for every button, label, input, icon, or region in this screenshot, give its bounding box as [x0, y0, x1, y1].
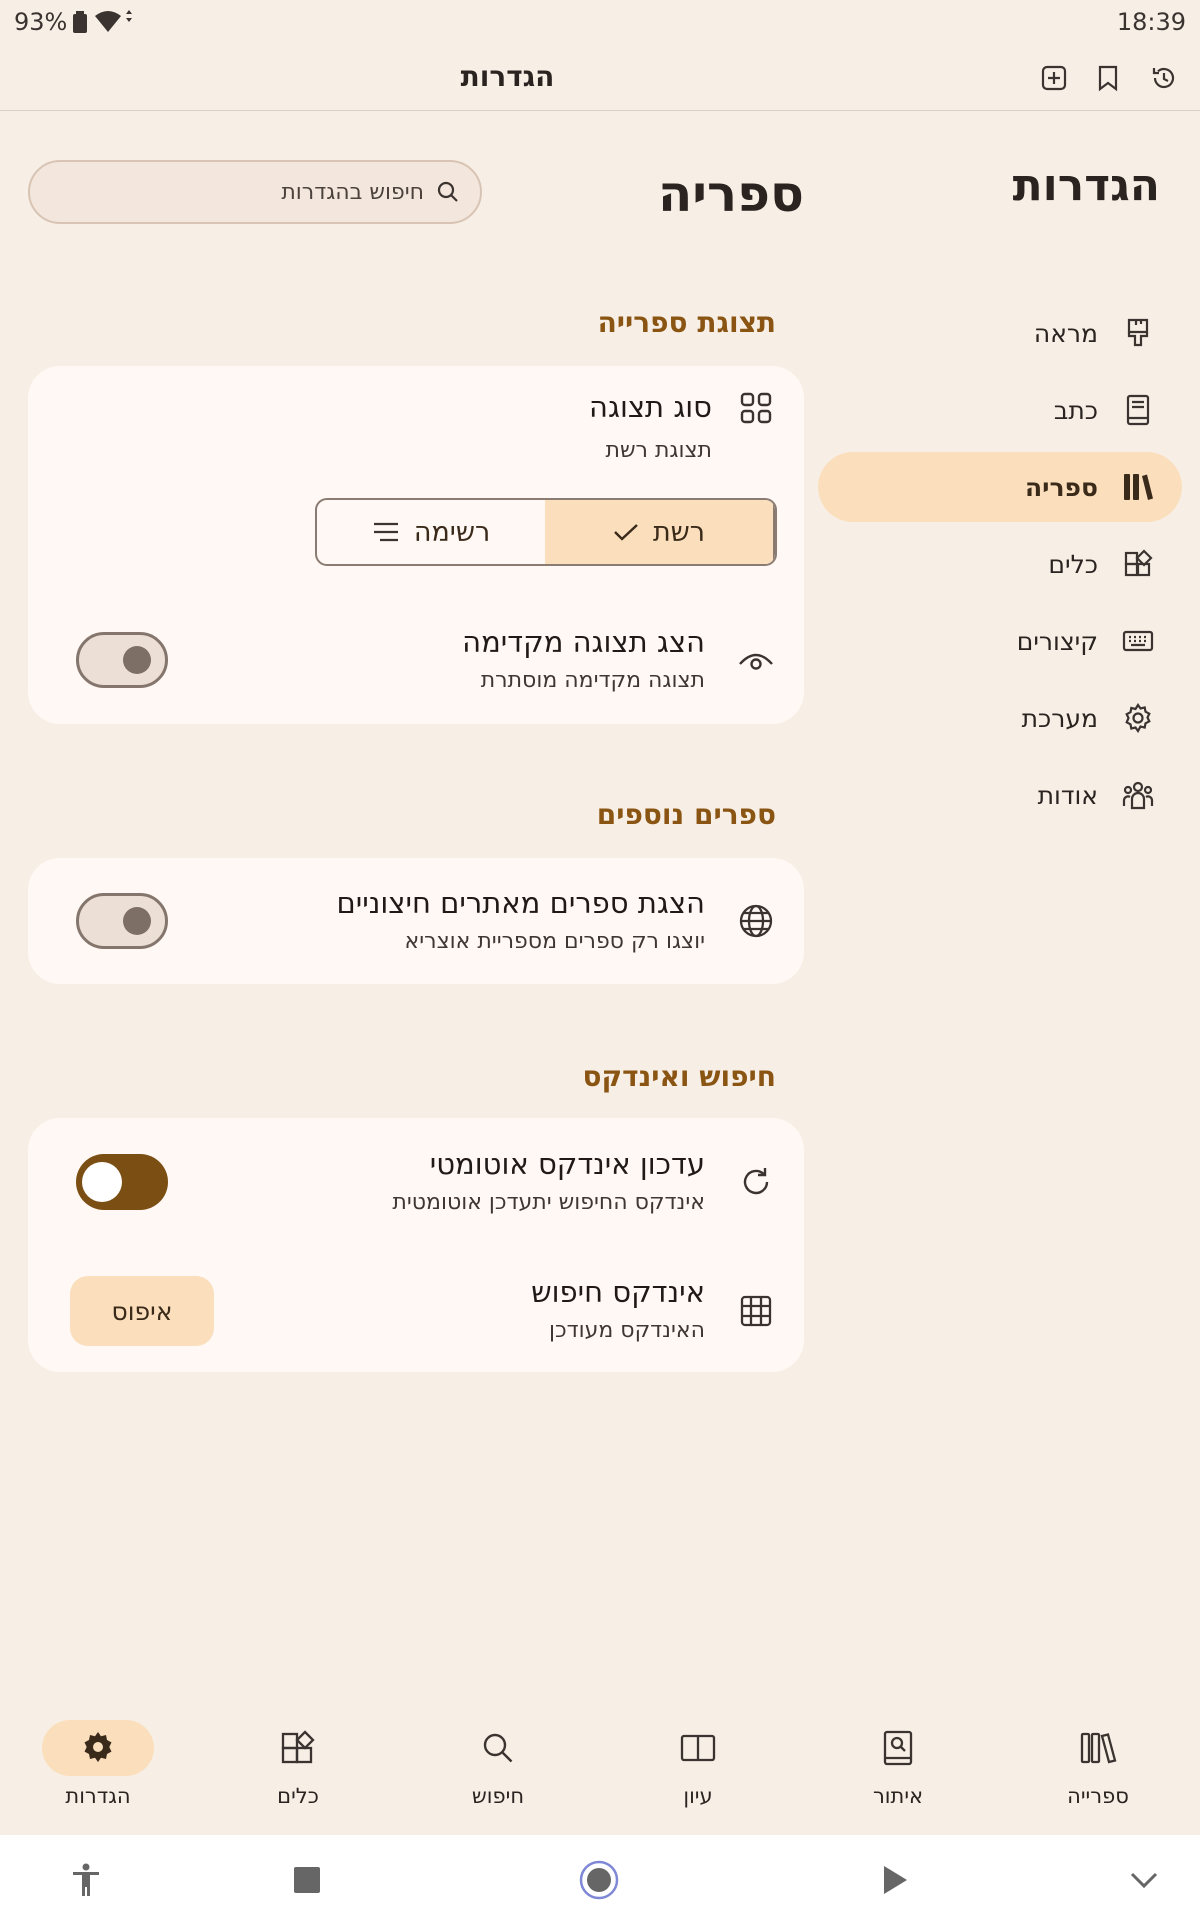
nav-label: אודות [1037, 780, 1098, 810]
grid-option-label: רשת [652, 516, 706, 548]
search-icon [481, 1731, 515, 1765]
globe-icon [736, 901, 776, 941]
reset-index-button[interactable]: איפוס [70, 1276, 214, 1346]
library-icon [1118, 467, 1158, 507]
nav-item-shortcuts[interactable]: קיצורים [818, 606, 1182, 676]
bottom-nav-pill [442, 1720, 554, 1776]
keyboard-icon [1118, 621, 1158, 661]
status-time: 18:39 [1116, 8, 1186, 36]
auto-index-title: עדכון אינדקס אוטומטי [429, 1147, 705, 1181]
preview-subtitle: תצוגה מקדימה מוסתרת [480, 668, 705, 693]
wifi-icon [93, 10, 133, 34]
bottom-nav-tools[interactable]: כלים [218, 1720, 378, 1808]
bottom-nav-locate[interactable]: איתור [818, 1720, 978, 1808]
toggle-knob [123, 907, 151, 935]
gear-icon [80, 1730, 116, 1766]
settings-search[interactable] [28, 160, 482, 224]
refresh-icon [736, 1162, 776, 1202]
people-icon [1118, 775, 1158, 815]
library-icon [1079, 1731, 1117, 1765]
list-option-label: רשימה [413, 516, 491, 548]
play-icon[interactable] [873, 1858, 917, 1902]
bottom-nav-pill-active [42, 1720, 154, 1776]
list-lines-icon [372, 521, 400, 543]
view-type-subtitle: תצוגת רשת [605, 438, 713, 463]
search-index-subtitle: האינדקס מעודכן [548, 1318, 705, 1343]
search-input[interactable] [50, 179, 424, 205]
bookmark-icon[interactable] [1090, 60, 1126, 96]
toggle-knob [123, 646, 151, 674]
nav-item-appearance[interactable]: מראה [818, 298, 1182, 368]
widgets-icon [280, 1730, 316, 1766]
external-books-subtitle: יוצגו רק ספרים מספריית אוצריא [404, 929, 705, 954]
nav-label: כתב [1053, 395, 1098, 425]
list-option-button[interactable]: רשימה [317, 500, 545, 564]
bottom-nav-pill [842, 1720, 954, 1776]
nav-item-about[interactable]: אודות [818, 760, 1182, 830]
bottom-nav-study[interactable]: עיון [618, 1720, 778, 1808]
bottom-nav-label: כלים [277, 1784, 319, 1808]
preview-toggle[interactable] [76, 632, 168, 688]
home-icon[interactable] [577, 1858, 621, 1902]
bottom-nav-label: הגדרות [65, 1784, 131, 1808]
nav-item-system[interactable]: מערכת [818, 683, 1182, 753]
library-page-title: ספריה [657, 165, 804, 223]
book-icon [1118, 390, 1158, 430]
book-search-icon [882, 1730, 914, 1766]
recents-icon[interactable] [285, 1858, 329, 1902]
check-icon [613, 522, 639, 542]
auto-index-subtitle: אינדקס החיפוש יתעדכן אוטומטית [392, 1190, 705, 1215]
chevron-down-icon[interactable] [1122, 1858, 1166, 1902]
external-books-toggle[interactable] [76, 893, 168, 949]
open-book-icon [679, 1733, 717, 1763]
toggle-knob [82, 1162, 122, 1202]
auto-index-toggle[interactable] [76, 1154, 168, 1210]
preview-title: הצג תצוגה מקדימה [462, 625, 705, 659]
search-index-title: אינדקס חיפוש [531, 1275, 705, 1309]
nav-label: קיצורים [1016, 626, 1098, 656]
bottom-nav-pill [1042, 1720, 1154, 1776]
bottom-nav-pill [642, 1720, 754, 1776]
nav-item-tools[interactable]: כלים [818, 529, 1182, 599]
grid-option-button[interactable]: רשת [545, 500, 775, 564]
section-header-display: תצוגת ספרייה [597, 306, 776, 339]
bottom-nav-library[interactable]: ספרייה [1018, 1720, 1178, 1808]
appbar-divider [0, 110, 1200, 111]
table-grid-icon [736, 1291, 776, 1331]
paintbrush-icon [1118, 313, 1158, 353]
bottom-nav-search[interactable]: חיפוש [418, 1720, 578, 1808]
bottom-nav-label: חיפוש [471, 1784, 525, 1808]
settings-title: הגדרות [1012, 160, 1160, 211]
section-header-extra-books: ספרים נוספים [596, 798, 776, 831]
nav-label: ספריה [1024, 472, 1098, 502]
nav-label: מערכת [1021, 703, 1098, 733]
nav-label: כלים [1048, 549, 1098, 579]
external-books-title: הצגת ספרים מאתרים חיצוניים [336, 886, 705, 920]
bottom-nav-label: איתור [872, 1784, 924, 1808]
add-tab-icon[interactable] [1036, 60, 1072, 96]
nav-item-library[interactable]: ספריה [818, 452, 1182, 522]
gear-icon [1118, 698, 1158, 738]
section-header-search-index: חיפוש ואינדקס [582, 1060, 776, 1093]
view-type-title: סוג תצוגה [589, 390, 712, 424]
view-type-segmented[interactable]: רשימה רשת [315, 498, 777, 566]
eye-icon [736, 640, 776, 680]
battery-level: 93% [14, 8, 68, 36]
nav-label: מראה [1033, 318, 1098, 348]
grid-view-icon [736, 388, 776, 428]
bottom-nav-pill [242, 1720, 354, 1776]
nav-item-fonts[interactable]: כתב [818, 375, 1182, 445]
bottom-nav-label: ספרייה [1067, 1784, 1129, 1808]
status-left: 93% [14, 8, 133, 36]
appbar-title: הגדרות [460, 60, 555, 93]
history-icon[interactable] [1146, 60, 1182, 96]
bottom-nav-settings[interactable]: הגדרות [18, 1720, 178, 1808]
widgets-icon [1118, 544, 1158, 584]
accessibility-icon[interactable] [64, 1858, 108, 1902]
bottom-nav-label: עיון [683, 1784, 713, 1808]
battery-icon [73, 11, 88, 33]
search-icon [436, 180, 460, 204]
